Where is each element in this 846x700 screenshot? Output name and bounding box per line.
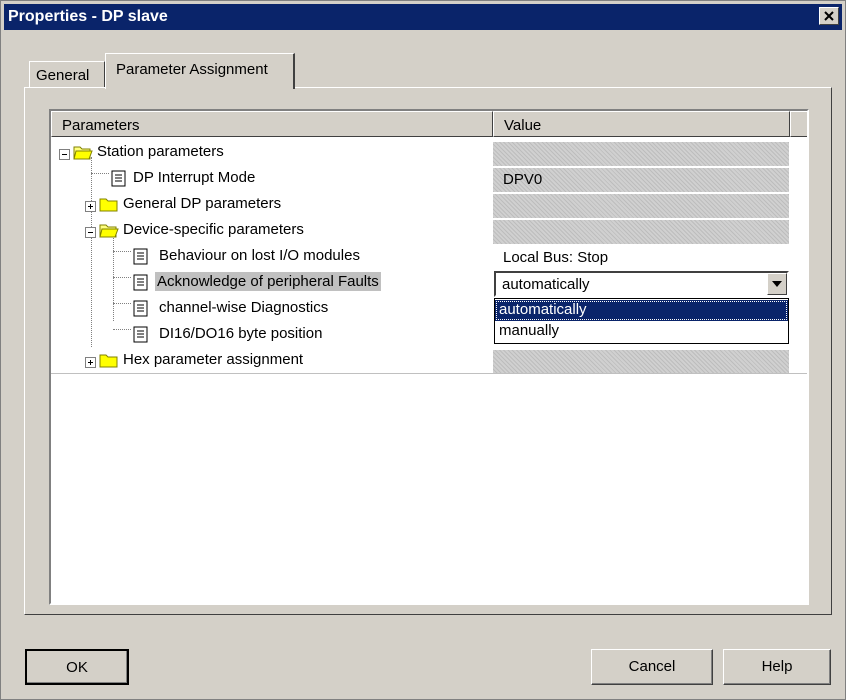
dropdown-option-manually[interactable]: manually [495,321,788,342]
tree-label: Hex parameter assignment [123,351,304,368]
value-cell [493,220,789,244]
value-cell [493,142,789,166]
tree-label: Acknowledge of peripheral Faults [155,272,381,291]
tree-row-general-dp-parameters[interactable]: General DP parameters [51,193,807,219]
window-title: Properties - DP slave [8,8,168,25]
folder-closed-icon [99,354,118,368]
table-bottom-border [51,373,807,374]
value-cell [493,194,789,218]
tree-label: channel-wise Diagnostics [159,299,329,316]
dropdown-arrow-icon [772,281,782,287]
folder-open-icon [73,146,93,160]
acknowledge-dropdown-list[interactable]: automatically manually [494,298,789,344]
tree-label: Station parameters [97,143,224,160]
column-header-parameters[interactable]: Parameters [51,111,493,137]
tree-label: DI16/DO16 byte position [159,325,323,342]
tab-general-label: General [36,67,90,84]
expand-toggle[interactable] [85,201,96,212]
expand-toggle[interactable] [85,357,96,368]
tab-parameter-assignment[interactable]: Parameter Assignment [105,53,295,89]
close-icon [824,11,834,21]
column-header-value[interactable]: Value [493,111,790,137]
tree-row-hex-parameter-assignment[interactable]: Hex parameter assignment [51,349,807,375]
collapse-toggle[interactable] [59,149,70,160]
dropdown-option-automatically[interactable]: automatically [495,300,788,321]
collapse-toggle[interactable] [85,227,96,238]
document-icon [133,274,148,291]
document-icon [111,170,126,187]
document-icon [133,248,148,265]
help-button[interactable]: Help [723,649,831,685]
title-bar[interactable]: Properties - DP slave [4,4,842,30]
tree-row-dp-interrupt-mode[interactable]: DP Interrupt Mode DPV0 [51,167,807,193]
value-cell [493,350,789,374]
document-icon [133,326,148,343]
tab-general[interactable]: General [29,61,105,87]
dropdown-button[interactable] [767,273,787,295]
tree-label: Device-specific parameters [123,221,304,238]
cancel-button[interactable]: Cancel [591,649,713,685]
tab-parameter-assignment-label: Parameter Assignment [116,61,268,78]
folder-open-icon [99,224,119,238]
tree-label: General DP parameters [123,195,282,212]
parameter-tree-table[interactable]: Parameters Value Station parameters DP I… [49,109,809,605]
ok-button[interactable]: OK [25,649,129,685]
value-cell: DPV0 [493,168,789,192]
properties-dialog: Properties - DP slave General Parameter … [0,0,846,700]
document-icon [133,300,148,317]
acknowledge-combobox[interactable]: automatically [494,271,789,297]
tree-label: DP Interrupt Mode [133,169,256,186]
tree-row-behaviour-lost-io[interactable]: Behaviour on lost I/O modules Local Bus:… [51,245,807,271]
column-header-filler [790,111,807,137]
close-button[interactable] [819,7,839,25]
tree-row-station-parameters[interactable]: Station parameters [51,141,807,167]
tree-row-device-specific-parameters[interactable]: Device-specific parameters [51,219,807,245]
tree-label: Behaviour on lost I/O modules [159,247,360,264]
tree-row-acknowledge-faults[interactable]: Acknowledge of peripheral Faults automat… [51,271,807,297]
folder-closed-icon [99,198,118,212]
combobox-value: automatically [502,276,590,293]
value-cell[interactable]: Local Bus: Stop [493,246,789,270]
